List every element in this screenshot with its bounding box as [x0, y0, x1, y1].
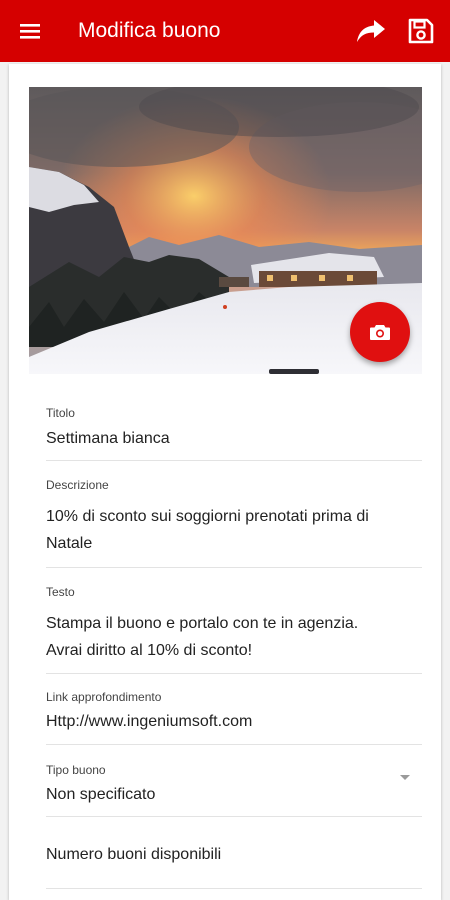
chevron-down-icon [400, 775, 410, 780]
link-label: Link approfondimento [46, 690, 162, 704]
tipo-buono-select[interactable]: Tipo buono Non specificato [46, 745, 422, 817]
testo-line-1: Stampa il buono e portalo con te in agen… [46, 615, 359, 632]
tipo-selected-value: Non specificato [46, 786, 156, 803]
descrizione-line-2: Natale [46, 535, 93, 552]
testo-field[interactable]: Testo Stampa il buono e portalo con te i… [46, 568, 422, 674]
voucher-form-card: Titolo Settimana bianca Descrizione 10% … [9, 64, 441, 900]
page-title: Modifica buono [78, 19, 221, 42]
titolo-label: Titolo [46, 406, 75, 420]
menu-button[interactable] [0, 0, 60, 62]
descrizione-line-1: 10% di sconto sui soggiorni prenotati pr… [46, 508, 369, 525]
titolo-input[interactable]: Settimana bianca [46, 425, 406, 452]
share-button[interactable] [346, 0, 396, 62]
hamburger-menu-icon [20, 24, 40, 39]
app-bar: Modifica buono [0, 0, 450, 62]
link-input[interactable]: Http://www.ingeniumsoft.com [46, 708, 406, 735]
numero-buoni-field[interactable]: Numero buoni disponibili [46, 817, 422, 889]
share-forward-icon [357, 20, 385, 42]
floppy-save-icon [408, 18, 434, 44]
link-field[interactable]: Link approfondimento Http://www.ingenium… [46, 674, 422, 745]
descrizione-input[interactable]: 10% di sconto sui soggiorni prenotati pr… [46, 503, 406, 557]
numero-buoni-input[interactable]: Numero buoni disponibili [46, 841, 406, 868]
descrizione-field[interactable]: Descrizione 10% di sconto sui soggiorni … [46, 461, 422, 568]
save-button[interactable] [396, 0, 446, 62]
titolo-field[interactable]: Titolo Settimana bianca [46, 394, 422, 461]
testo-label: Testo [46, 585, 75, 599]
camera-icon [370, 325, 390, 340]
testo-input[interactable]: Stampa il buono e portalo con te in agen… [46, 610, 406, 664]
descrizione-label: Descrizione [46, 478, 109, 492]
change-photo-button[interactable] [350, 302, 410, 362]
testo-line-2: Avrai diritto al 10% di sconto! [46, 642, 253, 659]
tipo-label: Tipo buono [46, 763, 106, 777]
